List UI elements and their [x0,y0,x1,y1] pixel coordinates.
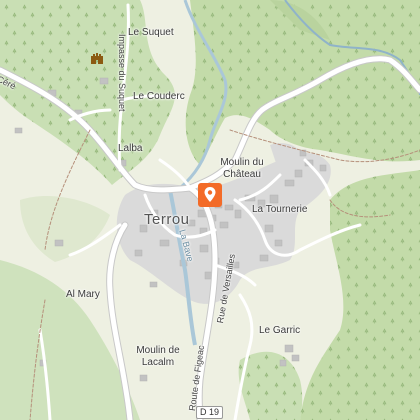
place-label-moulin-de-lacalm: Moulin de Lacalm [136,345,180,368]
road-label-impasse-du-suquet: Impasse du Suquet [117,34,127,112]
place-label-terrou: Terrou [144,211,190,228]
meadow-area [20,195,110,262]
road-shield-d19: D 19 [196,406,224,419]
place-label-moulin-du-chateau: Moulin du Château [220,157,264,180]
map-view[interactable]: Le Suquet Le Couderc Lalba Moulin du Châ… [0,0,420,420]
place-label-al-mary: Al Mary [66,289,100,300]
place-label-la-tournerie: La Tournerie [252,204,308,215]
castle-icon[interactable] [90,52,104,64]
map-pin-icon[interactable] [197,182,223,208]
place-label-le-suquet: Le Suquet [128,27,174,38]
map-canvas [0,0,420,420]
place-label-lalba: Lalba [118,143,143,154]
place-label-le-couderc: Le Couderc [133,91,185,102]
place-label-le-garric: Le Garric [259,325,301,336]
